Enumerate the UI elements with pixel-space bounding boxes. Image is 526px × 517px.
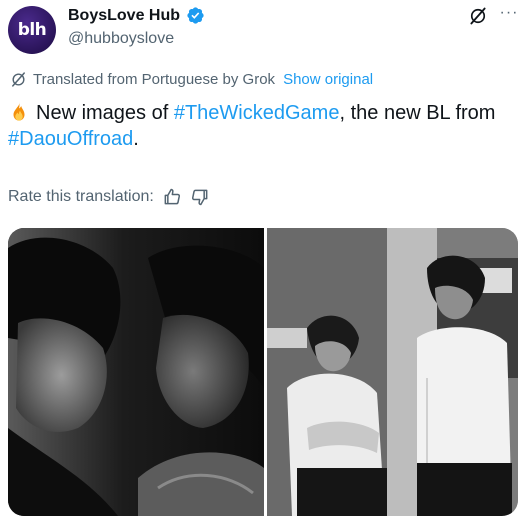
photo-1-image	[8, 228, 264, 516]
hashtag-daou-offroad[interactable]: #DaouOffroad	[8, 128, 133, 150]
tweet-text-part-1: New images of	[36, 102, 174, 124]
tweet-text-part-3: .	[133, 128, 139, 150]
translation-notice: Translated from Portuguese by Grok Show …	[10, 71, 373, 88]
hashtag-the-wicked-game[interactable]: #TheWickedGame	[174, 102, 340, 124]
avatar[interactable]: blh	[8, 6, 56, 54]
tweet-text: New images of #TheWickedGame, the new BL…	[8, 100, 518, 152]
verified-badge-icon	[187, 7, 204, 24]
show-original-link[interactable]: Show original	[283, 71, 373, 88]
rate-translation-label: Rate this translation:	[8, 188, 154, 205]
more-icon[interactable]: ···	[498, 5, 520, 26]
avatar-logo-text: blh	[17, 20, 47, 40]
display-name[interactable]: BoysLove Hub	[68, 7, 180, 25]
photo-1[interactable]	[8, 228, 264, 516]
rate-translation: Rate this translation:	[8, 187, 210, 207]
author-handle[interactable]: @hubboyslove	[68, 30, 174, 48]
thumbs-down-icon[interactable]	[190, 187, 210, 207]
grok-icon[interactable]	[468, 6, 488, 26]
author-name-row: BoysLove Hub	[68, 6, 205, 25]
tweet-text-part-2: , the new BL from	[339, 102, 496, 124]
media-grid	[8, 228, 518, 516]
thumbs-up-icon[interactable]	[162, 187, 182, 207]
photo-2-image	[267, 228, 518, 516]
photo-2[interactable]	[267, 228, 518, 516]
fire-emoji-icon	[13, 101, 25, 121]
grok-small-icon	[12, 72, 25, 87]
translation-notice-text: Translated from Portuguese by Grok	[33, 71, 276, 88]
